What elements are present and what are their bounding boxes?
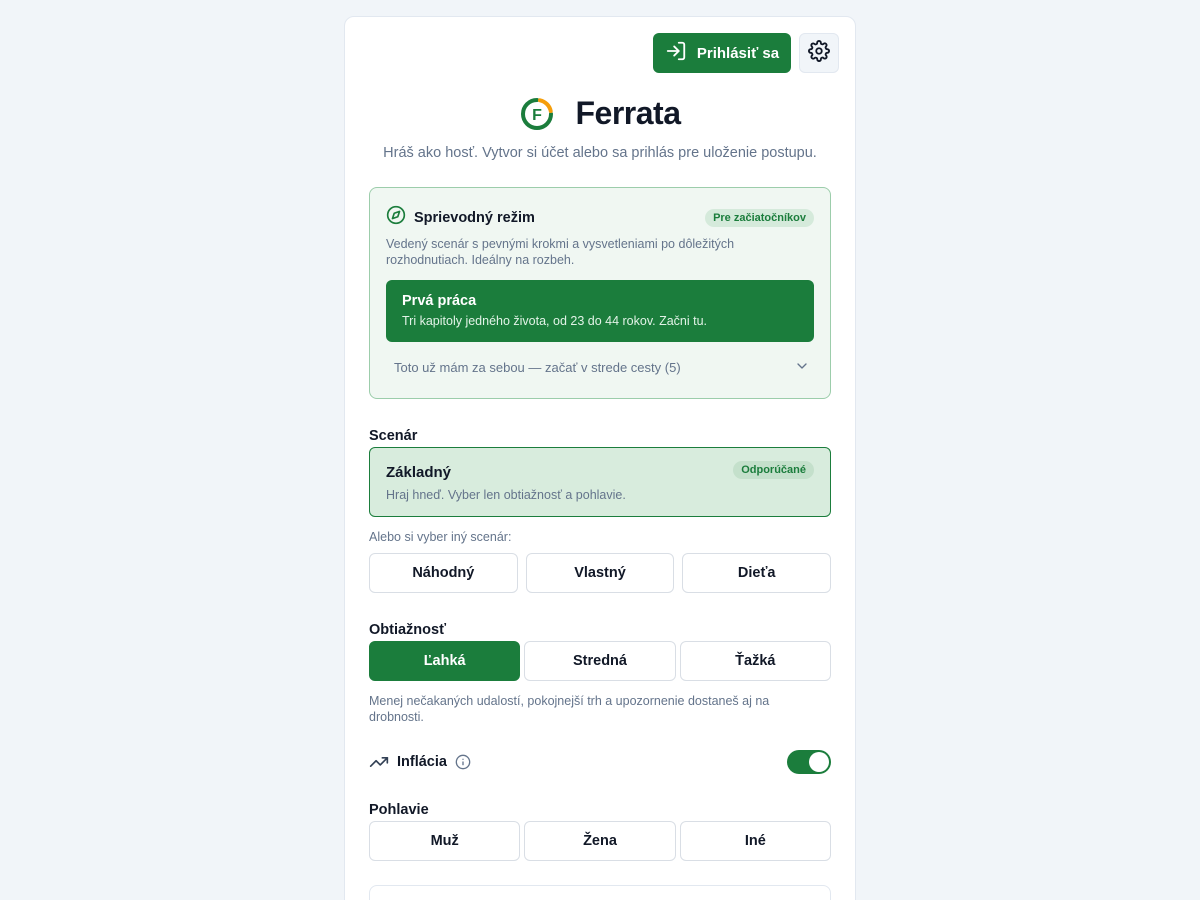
login-button[interactable]: Prihlásiť sa bbox=[653, 33, 791, 73]
guest-subtitle: Hráš ako hosť. Vytvor si účet alebo sa p… bbox=[383, 145, 817, 161]
compass-icon bbox=[386, 205, 406, 230]
scenario-label: Scenár bbox=[369, 428, 418, 444]
first-job-button[interactable]: Prvá práca Tri kapitoly jedného života, … bbox=[386, 280, 814, 342]
toggle-knob bbox=[809, 752, 829, 772]
gender-options: Muž Žena Iné bbox=[369, 821, 831, 861]
guided-mode-description: Vedený scenár s pevnými krokmi a vysvetl… bbox=[386, 237, 735, 267]
guided-mode-header: Sprievodný režim Pre začiatočníkov bbox=[386, 205, 814, 230]
next-section-card bbox=[369, 885, 831, 900]
recommended-badge: Odporúčané bbox=[733, 461, 814, 479]
top-bar: Prihlásiť sa bbox=[653, 33, 839, 73]
difficulty-option-medium[interactable]: Stredná bbox=[524, 641, 676, 681]
difficulty-option-hard[interactable]: Ťažká bbox=[679, 641, 831, 681]
info-icon[interactable] bbox=[455, 754, 471, 770]
ferrata-logo-icon: F bbox=[520, 97, 554, 131]
first-job-subtitle: Tri kapitoly jedného života, od 23 do 44… bbox=[402, 314, 708, 328]
scenario-option-child[interactable]: Dieťa bbox=[682, 553, 832, 593]
svg-text:F: F bbox=[532, 107, 542, 124]
first-job-title: Prvá práca bbox=[402, 293, 477, 309]
difficulty-option-easy[interactable]: Ľahká bbox=[369, 641, 521, 681]
difficulty-description: Menej nečakaných udalostí, pokojnejší tr… bbox=[369, 694, 770, 724]
trending-up-icon bbox=[369, 752, 389, 772]
gender-label: Pohlavie bbox=[369, 802, 429, 818]
inflation-row: Inflácia bbox=[369, 749, 831, 775]
scenario-options: Náhodný Vlastný Dieťa bbox=[369, 553, 832, 593]
scenario-option-custom[interactable]: Vlastný bbox=[525, 553, 675, 593]
gender-option-male[interactable]: Muž bbox=[369, 821, 521, 861]
brand-name: Ferrata bbox=[575, 95, 682, 131]
other-scenario-label: Alebo si vyber iný scenár: bbox=[369, 530, 512, 544]
chevron-down-icon bbox=[794, 358, 810, 377]
start-midway-toggle[interactable]: Toto už mám za sebou — začať v strede ce… bbox=[394, 358, 810, 377]
settings-button[interactable] bbox=[799, 33, 839, 73]
scenario-basic-description: Hraj hneď. Vyber len obtiažnosť a pohlav… bbox=[386, 488, 626, 502]
difficulty-label: Obtiažnosť bbox=[369, 622, 447, 638]
scenario-basic-card[interactable]: Základný Odporúčané Hraj hneď. Vyber len… bbox=[369, 447, 831, 517]
guided-mode-panel: Sprievodný režim Pre začiatočníkov Veden… bbox=[369, 187, 831, 399]
inflation-toggle[interactable] bbox=[787, 750, 831, 774]
gear-icon bbox=[808, 39, 830, 67]
scenario-option-random[interactable]: Náhodný bbox=[369, 553, 518, 593]
beginner-badge: Pre začiatočníkov bbox=[705, 208, 814, 227]
brand-header: F Ferrata bbox=[345, 95, 855, 132]
inflation-label: Inflácia bbox=[397, 754, 447, 770]
scenario-basic-title: Základný bbox=[386, 464, 452, 481]
setup-card: Prihlásiť sa F Ferrata Hráš ako hosť. Vy… bbox=[344, 16, 856, 900]
gender-option-other[interactable]: Iné bbox=[679, 821, 831, 861]
start-midway-label: Toto už mám za sebou — začať v strede ce… bbox=[394, 360, 681, 375]
gender-option-female[interactable]: Žena bbox=[524, 821, 676, 861]
guided-mode-title: Sprievodný režim bbox=[414, 209, 535, 226]
login-button-label: Prihlásiť sa bbox=[696, 44, 780, 62]
login-arrow-icon bbox=[665, 40, 687, 66]
difficulty-options: Ľahká Stredná Ťažká bbox=[369, 641, 831, 681]
